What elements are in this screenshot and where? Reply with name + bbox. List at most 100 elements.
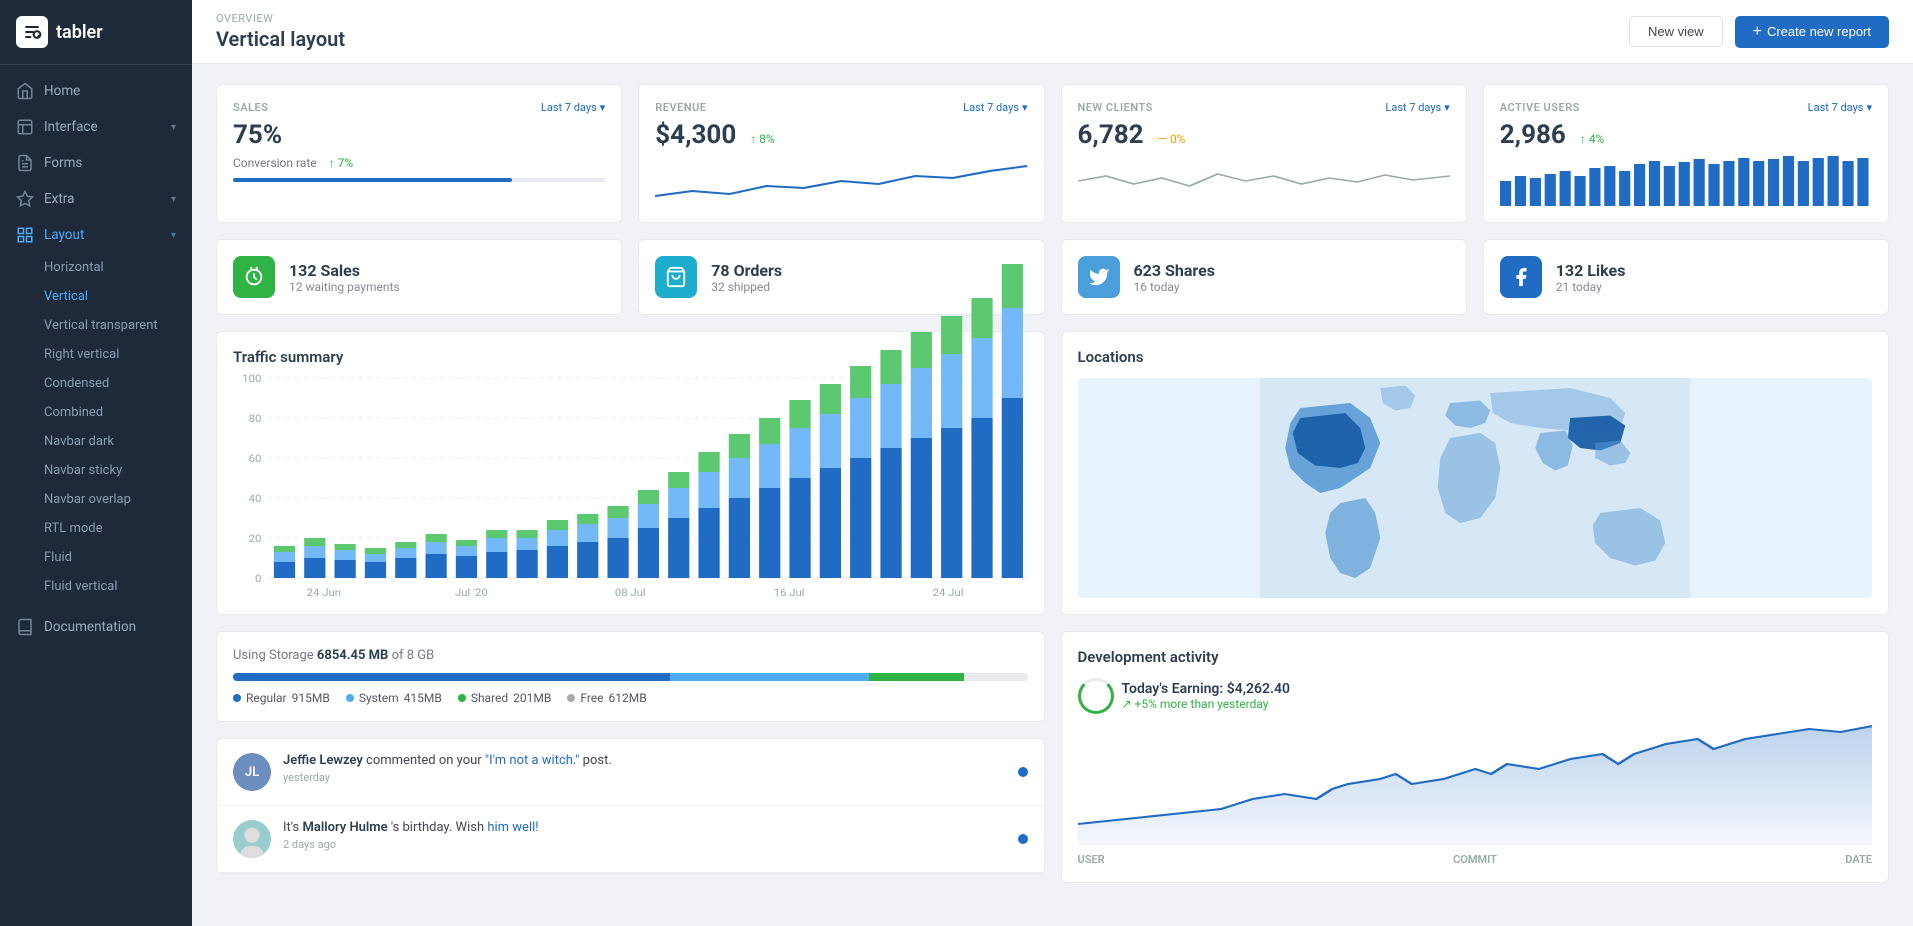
create-report-label: Create new report <box>1767 24 1871 39</box>
sidebar-sub-combined[interactable]: Combined <box>0 398 192 427</box>
svg-text:24 Jun: 24 Jun <box>307 587 341 599</box>
svg-text:20: 20 <box>249 533 262 545</box>
sidebar-logo: tabler <box>0 0 192 65</box>
layout-icon <box>16 118 34 136</box>
svg-text:16 Jul: 16 Jul <box>774 587 805 599</box>
svg-text:60: 60 <box>249 453 262 465</box>
stat-value-clients: 6,782 <box>1078 120 1144 150</box>
sidebar-item-documentation[interactable]: Documentation <box>0 609 192 645</box>
stat-label-users: ACTIVE USERS <box>1500 101 1580 114</box>
sidebar-item-label: Documentation <box>44 619 136 635</box>
stat-period-sales[interactable]: Last 7 days ▾ <box>541 101 605 114</box>
legend-system: System 415MB <box>346 691 442 705</box>
sales-icon <box>233 256 275 298</box>
svg-text:40: 40 <box>249 493 262 505</box>
sidebar-item-label: Interface <box>44 119 98 135</box>
sidebar-sub-fluid-vertical[interactable]: Fluid vertical <box>0 572 192 601</box>
dev-table-header: USER COMMIT DATE <box>1078 844 1873 866</box>
star-icon <box>16 190 34 208</box>
sidebar-item-forms[interactable]: Forms <box>0 145 192 181</box>
chevron-down-icon: ▾ <box>171 230 176 241</box>
social-card-shares-info: 623 Shares 16 today <box>1134 261 1215 294</box>
storage-shared <box>869 673 964 681</box>
sidebar-sub-navbar-overlap[interactable]: Navbar overlap <box>0 485 192 514</box>
storage-regular <box>233 673 670 681</box>
sidebar-item-home[interactable]: Home <box>0 73 192 109</box>
page-title: Vertical layout <box>216 27 345 51</box>
social-card-likes: 132 Likes 21 today <box>1483 239 1889 315</box>
stat-label-revenue: REVENUE <box>655 101 706 114</box>
dev-earning: Today's Earning: $4,262.40 <box>1122 681 1290 697</box>
regular-dot <box>233 694 241 702</box>
likes-title: 132 Likes <box>1556 261 1626 280</box>
sidebar-item-interface[interactable]: Interface ▾ <box>0 109 192 145</box>
stat-period-users[interactable]: Last 7 days ▾ <box>1808 101 1872 114</box>
dev-change: ↗ +5% more than yesterday <box>1122 697 1290 711</box>
stat-label-sales: SALES <box>233 101 268 114</box>
header-actions: New view + Create new report <box>1629 16 1889 48</box>
svg-text:0: 0 <box>255 573 261 585</box>
stat-value-revenue: $4,300 <box>655 120 736 150</box>
stat-period-revenue[interactable]: Last 7 days ▾ <box>963 101 1027 114</box>
orders-icon <box>655 256 697 298</box>
social-row: 132 Sales 12 waiting payments 78 Orders … <box>216 239 1889 315</box>
twitter-icon <box>1078 256 1120 298</box>
grid-icon <box>16 226 34 244</box>
stat-card-users: ACTIVE USERS Last 7 days ▾ 2,986 ↑ 4% <box>1483 84 1889 223</box>
new-view-button[interactable]: New view <box>1629 16 1723 47</box>
sidebar-sub-condensed[interactable]: Condensed <box>0 369 192 398</box>
stat-change-revenue: ↑ 8% <box>750 132 775 146</box>
stat-sub-sales: Conversion rate ↑ 7% <box>233 156 605 170</box>
free-dot <box>567 694 575 702</box>
sidebar-sub-navbar-sticky[interactable]: Navbar sticky <box>0 456 192 485</box>
stat-change-sales: ↑ 7% <box>329 156 354 170</box>
sidebar-item-label: Home <box>44 83 80 99</box>
sidebar-sub-horizontal[interactable]: Horizontal <box>0 253 192 282</box>
sidebar-item-extra[interactable]: Extra ▾ <box>0 181 192 217</box>
stat-label-clients: NEW CLIENTS <box>1078 101 1153 114</box>
sidebar-sub-rtl[interactable]: RTL mode <box>0 514 192 543</box>
home-icon <box>16 82 34 100</box>
logo-text: tabler <box>56 22 103 43</box>
storage-system <box>670 673 869 681</box>
svg-text:80: 80 <box>249 413 262 425</box>
sidebar-sub-right-vertical[interactable]: Right vertical <box>0 340 192 369</box>
locations-title: Locations <box>1078 348 1873 366</box>
legend-free: Free 612MB <box>567 691 646 705</box>
activity-feed: JL Jeffie Lewzey commented on your "I'm … <box>216 738 1045 874</box>
forms-icon <box>16 154 34 172</box>
chevron-down-icon: ▾ <box>171 194 176 205</box>
stat-value-users: 2,986 <box>1500 120 1566 150</box>
activity-time-1: yesterday <box>283 771 612 784</box>
activity-item-1: JL Jeffie Lewzey commented on your "I'm … <box>217 739 1044 806</box>
activity-dot-1 <box>1018 767 1028 777</box>
create-report-button[interactable]: + Create new report <box>1735 16 1889 48</box>
sidebar-nav: Home Interface ▾ Forms Extra ▾ <box>0 65 192 926</box>
social-card-orders-info: 78 Orders 32 shipped <box>711 261 782 294</box>
activity-dot-2 <box>1018 834 1028 844</box>
sidebar-sub-vertical[interactable]: Vertical <box>0 282 192 311</box>
avatar-jl: JL <box>233 753 271 791</box>
avatar-mh <box>233 820 271 858</box>
sidebar-sub-navbar-dark[interactable]: Navbar dark <box>0 427 192 456</box>
stat-change-clients: — 0% <box>1158 132 1186 146</box>
sidebar: tabler Home Interface ▾ Forms Extra <box>0 0 192 926</box>
sidebar-sub-fluid[interactable]: Fluid <box>0 543 192 572</box>
page-header: OVERVIEW Vertical layout New view + Crea… <box>192 0 1913 64</box>
plus-icon: + <box>1753 23 1762 41</box>
page-content: SALES Last 7 days ▾ 75% Conversion rate … <box>192 64 1913 926</box>
shared-dot <box>458 694 466 702</box>
breadcrumb: OVERVIEW <box>216 12 345 25</box>
social-card-sales: 132 Sales 12 waiting payments <box>216 239 622 315</box>
dev-chart <box>1078 724 1873 844</box>
svg-text:24 Jul: 24 Jul <box>933 587 964 599</box>
storage-card: Using Storage 6854.45 MB of 8 GB Regular… <box>216 631 1045 722</box>
dev-stats: Today's Earning: $4,262.40 ↗ +5% more th… <box>1122 681 1290 711</box>
stat-change-users: ↑ 4% <box>1580 132 1605 146</box>
main-content: OVERVIEW Vertical layout New view + Crea… <box>192 0 1913 926</box>
stat-period-clients[interactable]: Last 7 days ▾ <box>1385 101 1449 114</box>
sidebar-sub-vertical-transparent[interactable]: Vertical transparent <box>0 311 192 340</box>
logo-icon <box>16 16 48 48</box>
svg-text:08 Jul: 08 Jul <box>615 587 646 599</box>
sidebar-item-layout[interactable]: Layout ▾ <box>0 217 192 253</box>
